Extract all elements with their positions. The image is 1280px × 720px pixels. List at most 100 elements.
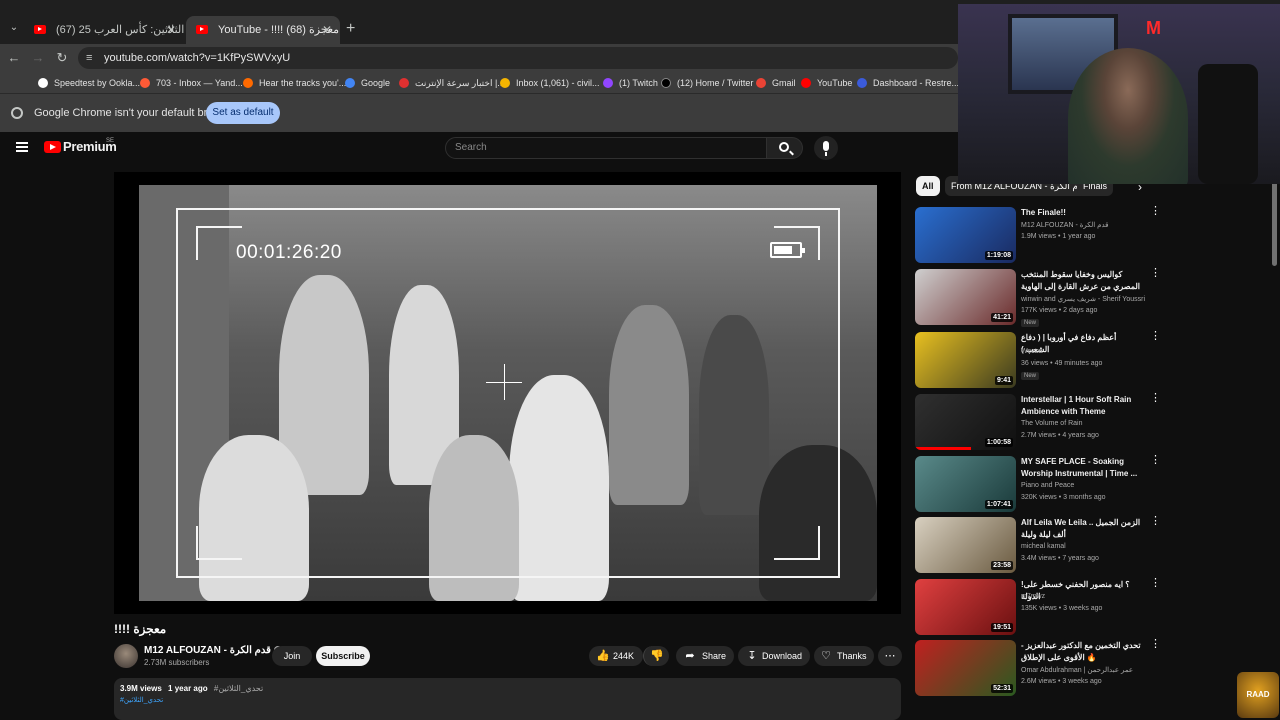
- more-vertical-icon[interactable]: ⋮: [1150, 455, 1161, 466]
- like-button[interactable]: 👍 244K: [589, 646, 643, 666]
- youtube-icon: [801, 78, 811, 88]
- recommended-video[interactable]: 1:19:08 The Finale!! M12 ALFOUZAN - قدم …: [915, 206, 1161, 265]
- site-info-icon[interactable]: ≡: [86, 51, 100, 65]
- restream-icon: [857, 78, 867, 88]
- chip-all[interactable]: All: [916, 176, 940, 196]
- bookmark-item[interactable]: Hear the tracks you'...: [243, 76, 346, 90]
- bookmark-item[interactable]: Inbox (1,061) - civil...: [500, 76, 600, 90]
- recommended-video[interactable]: 1:07:41 MY SAFE PLACE - Soaking Worship …: [915, 455, 1161, 514]
- subscriber-count: 2.73M subscribers: [144, 658, 210, 667]
- close-tab-icon[interactable]: ✕: [166, 16, 176, 44]
- country-code: SE: [106, 138, 115, 144]
- thumbs-down-icon: 👎: [650, 650, 664, 662]
- twitch-icon: [603, 78, 613, 88]
- channel-avatar[interactable]: [114, 644, 138, 668]
- video-thumbnail: 41:21: [915, 269, 1016, 325]
- more-vertical-icon[interactable]: ⋮: [1150, 516, 1161, 527]
- gmail-icon: [756, 78, 766, 88]
- battery-icon: [770, 242, 805, 258]
- chrome-icon: [11, 107, 23, 119]
- new-tab-plus-icon[interactable]: +: [346, 21, 360, 37]
- more-vertical-icon[interactable]: ⋮: [1150, 578, 1161, 589]
- soundcloud-icon: [243, 78, 253, 88]
- download-button[interactable]: ↧ Download: [738, 646, 810, 666]
- recommended-video[interactable]: 1:00:58 Interstellar | 1 Hour Soft Rain …: [915, 393, 1161, 452]
- youtube-favicon-icon: [34, 25, 46, 34]
- webcam-streamer: [1068, 48, 1188, 184]
- bookmark-item[interactable]: Dashboard - Restre...: [857, 76, 959, 90]
- youtube-logo-icon[interactable]: [44, 141, 61, 153]
- subscribe-button[interactable]: Subscribe: [316, 646, 370, 666]
- reload-icon[interactable]: ↻: [54, 50, 70, 66]
- search-placeholder: Search: [455, 142, 487, 153]
- back-arrow-icon[interactable]: ←: [6, 50, 22, 66]
- more-vertical-icon[interactable]: ⋮: [1150, 268, 1161, 279]
- search-button[interactable]: [767, 137, 803, 159]
- hashtag-link[interactable]: #تحدي_الثلاثين: [120, 696, 163, 704]
- yandex-mail-icon: [140, 78, 150, 88]
- x-twitter-icon: [661, 78, 671, 88]
- tab-search-chevron-icon[interactable]: ⌄: [6, 20, 22, 36]
- video-thumbnail: 1:19:08: [915, 207, 1016, 263]
- more-vertical-icon[interactable]: ⋮: [1150, 639, 1161, 650]
- speed-test-arabic-icon: [399, 78, 409, 88]
- bookmark-item[interactable]: اختبار سرعة الإنترنت |...: [399, 76, 505, 90]
- address-bar[interactable]: ≡ youtube.com/watch?v=1KfPySWVxyU: [78, 47, 958, 69]
- new-badge: New: [1021, 372, 1040, 380]
- recording-timecode: 00:01:26:20: [236, 242, 342, 263]
- set-as-default-button[interactable]: Set as default: [206, 102, 280, 124]
- speedtest-icon: [38, 78, 48, 88]
- search-icon: [779, 142, 789, 152]
- dislike-button[interactable]: 👎: [643, 646, 669, 666]
- more-actions-button[interactable]: ⋯: [878, 646, 902, 666]
- video-thumbnail: 9:41: [915, 332, 1016, 388]
- recommended-video[interactable]: 9:41 أعظم دفاع في أوروبا | ( دفاع الشعب …: [915, 331, 1161, 390]
- search-input[interactable]: Search: [445, 137, 767, 159]
- video-thumbnail: 1:00:58: [915, 394, 1016, 450]
- inbox-icon: [500, 78, 510, 88]
- download-icon: ↧: [747, 650, 757, 662]
- channel-name[interactable]: M12 ALFOUZAN - قدم الكرة: [144, 645, 282, 656]
- google-icon: [345, 78, 355, 88]
- forward-arrow-icon[interactable]: →: [30, 50, 46, 66]
- url-text: youtube.com/watch?v=1KfPySWVxyU: [104, 52, 291, 64]
- bookmark-item[interactable]: Speedtest by Ookla...: [38, 76, 140, 90]
- video-player[interactable]: 00:01:26:20: [114, 172, 901, 614]
- browser-tab-active[interactable]: YouTube - !!!! معجزة (68) ✕: [186, 16, 340, 44]
- screen: ⌄ تحدي الثلاثين: كأس العرب 25 (67) ✕ You…: [0, 0, 1280, 720]
- streamer-logo-icon: M: [1146, 18, 1161, 38]
- recommended-video[interactable]: 23:58 Alf Leila We Leila الزمن الجميل ..…: [915, 516, 1161, 575]
- share-arrow-icon: ➦: [685, 650, 695, 662]
- video-thumbnail: 52:31: [915, 640, 1016, 696]
- bookmark-item[interactable]: Google: [345, 76, 390, 90]
- video-title: !!!! معجزة: [114, 622, 167, 636]
- streamer-webcam-overlay: M: [958, 4, 1280, 184]
- recommended-video[interactable]: 19:51 !؟ ايه منصور الحفني خسطر على الدول…: [915, 578, 1161, 637]
- recommended-video[interactable]: 41:21 كواليس وخفايا سقوط المنتخب المصري …: [915, 268, 1161, 327]
- watch-progress-bar: [915, 447, 971, 450]
- recommended-video[interactable]: 52:31 تحدي التخمين مع الدكتور عبدالعزيز …: [915, 639, 1161, 698]
- thanks-button[interactable]: ♡ Thanks: [814, 646, 874, 666]
- viewfinder-corner: [774, 526, 820, 560]
- video-thumbnail: 1:07:41: [915, 456, 1016, 512]
- description-box[interactable]: 3.9M views 1 year ago #تحدي_الثلاثين #تح…: [114, 678, 901, 720]
- bookmark-item[interactable]: YouTube: [801, 76, 852, 90]
- browser-tab-inactive[interactable]: تحدي الثلاثين: كأس العرب 25 (67) ✕: [24, 16, 184, 44]
- share-button[interactable]: ➦ Share: [676, 646, 734, 666]
- microphone-icon: [823, 141, 829, 156]
- voice-search-button[interactable]: [814, 136, 838, 160]
- more-vertical-icon[interactable]: ⋮: [1150, 206, 1161, 217]
- bookmark-item[interactable]: (12) Home / Twitter: [661, 76, 753, 90]
- join-button[interactable]: Join: [272, 646, 312, 666]
- view-stats: 3.9M views 1 year ago #تحدي_الثلاثين: [120, 684, 264, 693]
- bookmark-item[interactable]: Gmail: [756, 76, 796, 90]
- bookmark-item[interactable]: 703 - Inbox — Yand...: [140, 76, 243, 90]
- bookmark-item[interactable]: (1) Twitch: [603, 76, 658, 90]
- page-scrollbar[interactable]: [1272, 176, 1277, 266]
- webcam-gaming-chair: [1198, 64, 1258, 184]
- more-vertical-icon[interactable]: ⋮: [1150, 393, 1161, 404]
- raad-logo-badge: RAAD: [1237, 672, 1279, 718]
- hamburger-menu-icon[interactable]: [16, 142, 28, 152]
- close-tab-icon[interactable]: ✕: [322, 16, 332, 44]
- more-vertical-icon[interactable]: ⋮: [1150, 331, 1161, 342]
